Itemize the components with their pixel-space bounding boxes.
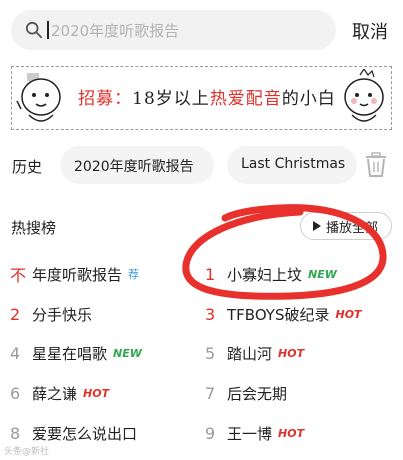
hot-item-rank: 2: [10, 304, 21, 324]
trash-icon[interactable]: [364, 152, 388, 178]
search-placeholder: 2020年度听歌报告: [51, 21, 180, 40]
hot-item-rank: 不: [10, 266, 27, 285]
hot-item-title: 分手快乐: [32, 305, 93, 324]
hot-item[interactable]: 不 年度听歌报告 荐: [10, 262, 139, 286]
history-label: 历史: [12, 158, 43, 176]
hot-item-title: 星星在唱歌: [32, 344, 108, 363]
hot-item[interactable]: 6 薛之谦 HOT: [10, 381, 109, 405]
hot-item[interactable]: 4 星星在唱歌 NEW: [10, 341, 142, 365]
play-all-button[interactable]: 播放全部: [300, 212, 392, 240]
search-icon: [25, 21, 43, 39]
watermark: 头条@新社: [4, 447, 50, 457]
recruit-banner[interactable]: 招募：18岁以上热爱配音的小白: [11, 66, 392, 130]
left-mascot-icon: [16, 73, 61, 122]
hot-search-title: 热搜榜: [11, 219, 57, 237]
hot-item-title: 小寡妇上坟: [227, 265, 303, 284]
play-icon: [313, 221, 321, 231]
hot-item-rank: 3: [205, 304, 216, 324]
hot-item-tag: HOT: [278, 426, 305, 440]
hot-item-tag: HOT: [83, 386, 110, 400]
hot-item-rank: 7: [205, 383, 216, 403]
history-chip[interactable]: Last Christmas: [227, 146, 357, 184]
hot-item-rank: 6: [10, 383, 21, 403]
hot-item-title: 薛之谦: [32, 384, 78, 403]
hot-item[interactable]: 7 后会无期: [205, 381, 287, 405]
banner-text: 招募：18岁以上热爱配音的小白: [78, 89, 336, 109]
hot-item-title: 后会无期: [227, 384, 288, 403]
right-mascot-icon: [344, 69, 384, 122]
hot-item-tag: NEW: [113, 346, 142, 360]
hot-item[interactable]: 8 爱要怎么说出口: [10, 421, 137, 445]
hot-item-tag: HOT: [335, 307, 362, 321]
hot-item[interactable]: 3 TFBOYS破纪录 HOT: [205, 302, 362, 326]
hot-item-rank: 9: [205, 423, 216, 443]
hot-item[interactable]: 9 王一博 HOT: [205, 421, 304, 445]
hot-item-tag: NEW: [308, 267, 337, 281]
text-caret: [47, 21, 49, 39]
hot-item-title: TFBOYS破纪录: [227, 305, 330, 324]
history-chip[interactable]: 2020年度听歌报告: [60, 146, 214, 184]
play-all-label: 播放全部: [326, 220, 379, 236]
hot-item[interactable]: 1 小寡妇上坟 NEW: [205, 262, 337, 286]
hot-item[interactable]: 5 踏山河 HOT: [205, 341, 304, 365]
hot-item-rank: 5: [205, 343, 216, 363]
hot-item-title: 王一博: [227, 424, 273, 443]
cancel-button[interactable]: 取消: [352, 18, 388, 44]
hot-item-tag: 荐: [128, 268, 140, 281]
hot-item-title: 年度听歌报告: [32, 265, 123, 284]
hot-item-title: 踏山河: [227, 344, 273, 363]
hot-item[interactable]: 2 分手快乐: [10, 302, 92, 326]
hot-item-tag: HOT: [278, 346, 305, 360]
search-input[interactable]: 2020年度听歌报告: [11, 10, 336, 50]
hot-item-rank: 4: [10, 343, 21, 363]
hot-item-rank: 1: [205, 264, 216, 284]
hot-item-rank: 8: [10, 423, 21, 443]
hot-item-title: 爱要怎么说出口: [32, 424, 138, 443]
